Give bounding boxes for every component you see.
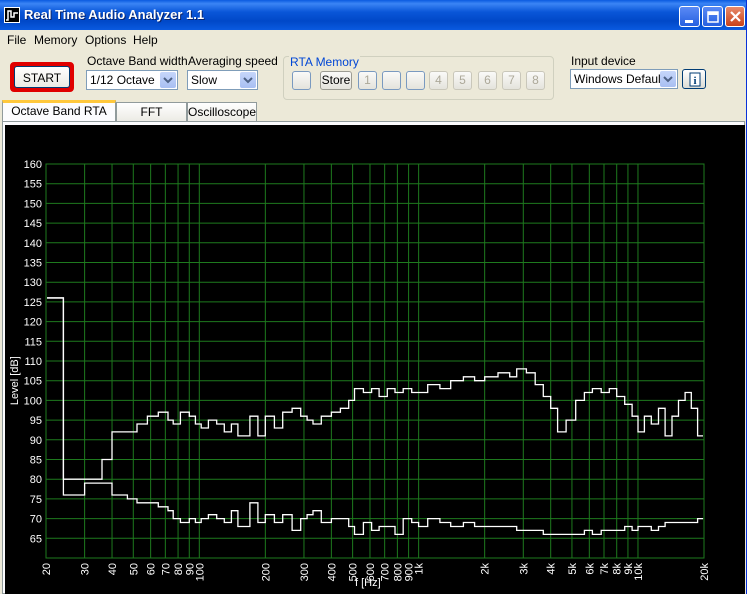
memory-slot-1-button[interactable]: 1 xyxy=(358,71,377,90)
x-tick-label: 800 xyxy=(392,563,404,581)
start-button-label: START xyxy=(14,66,70,88)
memory-slot-4-button[interactable]: 4 xyxy=(429,71,448,90)
y-tick-label: 65 xyxy=(30,533,42,545)
x-tick-label: 8k xyxy=(612,563,624,575)
x-tick-label: 200 xyxy=(260,563,272,581)
input-device-label: Input device xyxy=(571,54,636,68)
x-tick-label: 20 xyxy=(41,563,53,575)
y-tick-label: 80 xyxy=(30,474,42,486)
memory-store-button[interactable]: Store xyxy=(320,71,352,90)
maximize-button[interactable] xyxy=(702,6,723,27)
chevron-down-icon[interactable] xyxy=(660,71,676,87)
x-tick-label: 1k xyxy=(414,563,426,575)
menu-help[interactable]: Help xyxy=(133,33,158,47)
close-button[interactable] xyxy=(725,6,745,27)
x-tick-label: 80 xyxy=(173,563,185,575)
x-tick-label: 2k xyxy=(480,563,492,575)
y-tick-label: 85 xyxy=(30,455,42,467)
desktop-background xyxy=(746,0,755,594)
rta-plot: 160 155 150 145 140 135 130 125 120 115 110 105 100 9… xyxy=(5,125,745,594)
app-window: Real Time Audio Analyzer 1.1 File Memory… xyxy=(0,0,747,594)
x-tick-label: 50 xyxy=(128,563,140,575)
memory-slot-8-button[interactable]: 8 xyxy=(526,71,545,90)
chevron-down-icon[interactable] xyxy=(240,72,256,88)
x-tick-label: 3k xyxy=(518,563,530,575)
waveform-app-icon xyxy=(4,7,20,23)
x-tick-label: 100 xyxy=(194,563,206,581)
memory-slot-3-button[interactable] xyxy=(406,71,425,90)
y-tick-label: 110 xyxy=(24,356,42,368)
y-tick-label: 120 xyxy=(24,317,42,329)
y-tick-label: 135 xyxy=(24,258,42,270)
x-tick-label: 4k xyxy=(546,563,558,575)
input-device-value: Windows Default xyxy=(574,72,665,86)
x-tick-label: 7k xyxy=(599,563,611,575)
band-width-label: Octave Band width xyxy=(87,54,188,68)
y-tick-label: 75 xyxy=(30,494,42,506)
memory-slot-5-button[interactable]: 5 xyxy=(453,71,472,90)
tab-fft-analysis[interactable]: FFT Analysis xyxy=(116,102,187,137)
y-tick-label: 100 xyxy=(24,395,42,407)
window-title: Real Time Audio Analyzer 1.1 xyxy=(24,7,205,22)
x-tick-label: 30 xyxy=(80,563,92,575)
x-tick-label: 10k xyxy=(633,563,645,581)
x-tick-label: 6k xyxy=(584,563,596,575)
x-tick-label: 300 xyxy=(299,563,311,581)
x-tick-label: 40 xyxy=(107,563,119,575)
menu-options[interactable]: Options xyxy=(85,33,126,47)
x-tick-label: 60 xyxy=(146,563,158,575)
y-axis-label: Level [dB] xyxy=(9,356,21,405)
minimize-button[interactable] xyxy=(679,6,700,27)
tab-oscilloscope[interactable]: Oscilloscope xyxy=(187,102,257,121)
menu-memory[interactable]: Memory xyxy=(34,33,77,47)
input-device-select[interactable]: Windows Default xyxy=(570,69,678,89)
x-tick-label: 5k xyxy=(567,563,579,575)
info-icon: i xyxy=(689,72,701,87)
y-tick-label: 70 xyxy=(30,514,42,526)
y-tick-label: 145 xyxy=(24,218,42,230)
menu-file[interactable]: File xyxy=(7,33,26,47)
chevron-down-icon[interactable] xyxy=(160,72,176,88)
tab-octave-band-rta[interactable]: Octave Band RTA xyxy=(2,100,116,122)
title-bar[interactable]: Real Time Audio Analyzer 1.1 xyxy=(0,0,746,30)
y-tick-label: 125 xyxy=(24,297,42,309)
averaging-speed-value: Slow xyxy=(191,73,218,87)
y-tick-label: 140 xyxy=(24,238,42,250)
memory-clear-button[interactable] xyxy=(292,71,311,90)
y-tick-label: 150 xyxy=(24,198,42,210)
x-tick-label: 20k xyxy=(699,563,711,581)
y-tick-label: 115 xyxy=(24,336,42,348)
y-tick-label: 155 xyxy=(24,179,42,191)
y-tick-label: 130 xyxy=(24,277,42,289)
x-tick-label: 700 xyxy=(380,563,392,581)
svg-text:i: i xyxy=(693,75,696,87)
rta-chart: 160 155 150 145 140 135 130 125 120 115 110 105 100 9… xyxy=(9,159,711,589)
averaging-speed-label: Averaging speed xyxy=(188,54,278,68)
device-info-button[interactable]: i xyxy=(682,69,706,89)
rta-memory-label: RTA Memory xyxy=(289,55,360,69)
x-tick-label: 400 xyxy=(326,563,338,581)
series-0-trace xyxy=(47,297,703,480)
menu-bar: File Memory Options Help xyxy=(0,30,746,50)
y-tick-label: 95 xyxy=(30,415,42,427)
band-width-select[interactable]: 1/12 Octave xyxy=(86,70,178,90)
x-tick-label: 70 xyxy=(160,563,172,575)
tab-bar: Octave Band RTA FFT Analysis Oscilloscop… xyxy=(0,100,746,137)
memory-slot-6-button[interactable]: 6 xyxy=(478,71,497,90)
y-tick-label: 105 xyxy=(24,376,42,388)
x-axis-label: f [Hz] xyxy=(355,577,381,589)
memory-slot-7-button[interactable]: 7 xyxy=(502,71,521,90)
memory-slot-2-button[interactable] xyxy=(382,71,401,90)
y-tick-label: 160 xyxy=(24,159,42,171)
averaging-speed-select[interactable]: Slow xyxy=(187,70,258,90)
start-button[interactable]: START xyxy=(10,62,74,92)
band-width-value: 1/12 Octave xyxy=(90,73,155,87)
y-tick-label: 90 xyxy=(30,435,42,447)
